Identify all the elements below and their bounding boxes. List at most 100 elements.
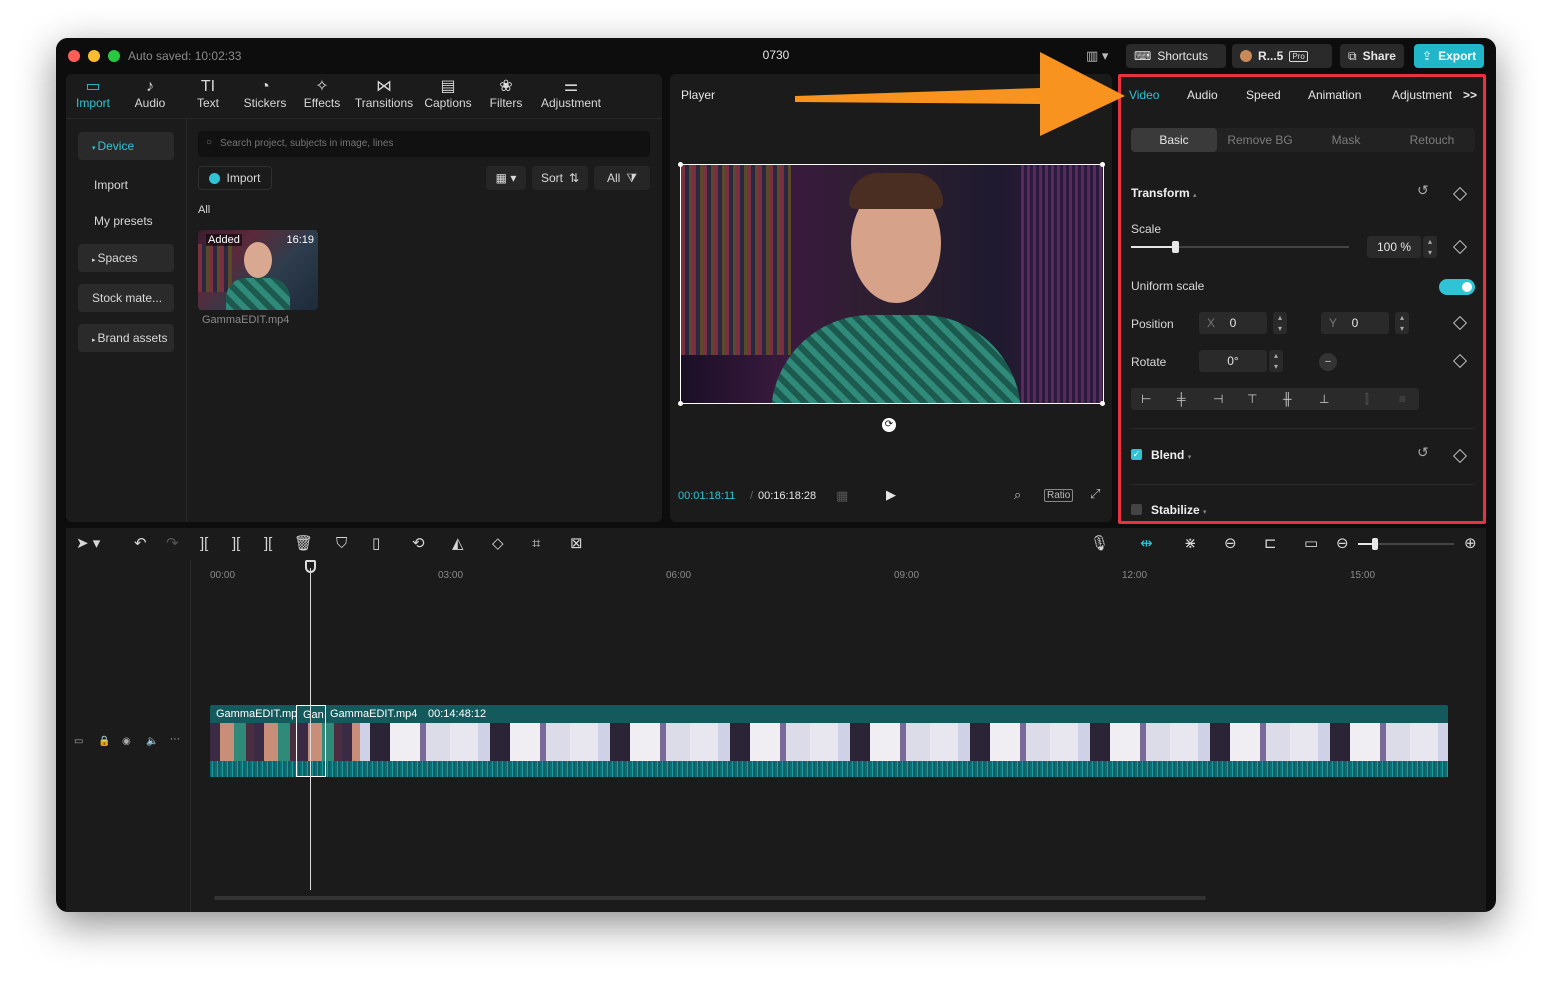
more-icon[interactable]: ⋯ — [170, 734, 180, 745]
keyframe-icon[interactable] — [1452, 239, 1468, 255]
tool-transitions[interactable]: ⋈ Transitions — [352, 78, 416, 110]
blend-checkbox[interactable]: ✓ — [1131, 449, 1142, 460]
speaker-icon[interactable]: 🔈 — [146, 736, 158, 747]
tool-import[interactable]: ▭ Import — [74, 78, 112, 110]
sidebar-item-brand-assets[interactable]: ▸ Brand assets — [78, 324, 174, 352]
export-button[interactable]: ⇪ Export — [1414, 44, 1484, 68]
split-icon[interactable]: ][ — [200, 534, 208, 554]
shortcuts-button[interactable]: ⌨ Shortcuts — [1126, 44, 1226, 68]
split-right-icon[interactable]: ][ — [264, 534, 272, 554]
media-clip-thumbnail[interactable]: Added 16:19 — [198, 230, 318, 310]
sidebar-item-stock[interactable]: Stock mate... — [78, 284, 174, 312]
subtab-retouch[interactable]: Retouch — [1389, 128, 1475, 152]
video-preview[interactable] — [680, 164, 1104, 404]
select-tool-icon[interactable]: ➤ ▾ — [76, 534, 100, 554]
sort-button[interactable]: Sort ⇅ — [532, 166, 588, 190]
auto-reframe-icon[interactable]: ⊠ — [570, 534, 583, 554]
align-left-icon[interactable]: ⊢ — [1141, 388, 1151, 410]
playhead[interactable] — [310, 568, 311, 890]
align-top-icon[interactable]: ⊤ — [1247, 388, 1257, 410]
scale-slider-handle[interactable] — [1172, 241, 1179, 253]
rotate-dial-icon[interactable]: – — [1319, 353, 1337, 371]
undo-icon[interactable]: ↶ — [134, 534, 147, 554]
tool-text[interactable]: TI Text — [190, 78, 226, 110]
playhead-handle[interactable] — [305, 560, 316, 573]
share-button[interactable]: ⧉ Share — [1340, 44, 1404, 68]
resize-handle[interactable] — [1100, 162, 1105, 167]
subtab-remove-bg[interactable]: Remove BG — [1217, 128, 1303, 152]
blend-section-title[interactable]: Blend ▾ — [1151, 448, 1191, 462]
tool-effects[interactable]: ✧ Effects — [300, 78, 344, 110]
subtab-mask[interactable]: Mask — [1303, 128, 1389, 152]
tab-adjustment[interactable]: Adjustment — [1392, 88, 1452, 102]
align-bottom-icon[interactable]: ⊥ — [1319, 388, 1329, 410]
timeline-scrollbar[interactable] — [214, 896, 1206, 900]
keyframe-icon[interactable] — [1452, 186, 1468, 202]
import-button[interactable]: Import — [198, 166, 272, 190]
tool-stickers[interactable]: ◔ Stickers — [240, 78, 290, 110]
subtab-basic[interactable]: Basic — [1131, 128, 1217, 152]
split-track-icon[interactable]: ⊏ — [1264, 534, 1277, 554]
link-snap-icon[interactable]: ⋇ — [1184, 534, 1197, 554]
cover-icon[interactable]: ▭ — [74, 736, 83, 747]
distribute-v-icon[interactable]: ≡ — [1399, 388, 1406, 410]
magnet-icon[interactable]: ⇹ — [1140, 534, 1153, 554]
video-track[interactable]: GammaEDIT.mp Gan GammaEDIT.mp4 00:14:48:… — [210, 705, 1448, 777]
more-tabs-icon[interactable]: >> — [1463, 88, 1477, 102]
tab-speed[interactable]: Speed — [1246, 88, 1281, 102]
mirror-icon[interactable]: ◭ — [452, 534, 464, 554]
timecode-grid-icon[interactable]: ▦ — [836, 488, 848, 504]
zoom-in-icon[interactable]: ⊕ — [1464, 534, 1477, 554]
position-x-stepper-icon[interactable]: ▴ ▾ — [1273, 312, 1287, 334]
selected-clip[interactable]: Gan — [296, 705, 326, 777]
library-search-input[interactable] — [198, 131, 650, 157]
keyframe-icon[interactable] — [1452, 448, 1468, 464]
position-x-field[interactable]: X 0 — [1199, 312, 1267, 334]
keyframe-icon[interactable] — [1452, 315, 1468, 331]
fullscreen-icon[interactable]: ⤢ — [1090, 486, 1100, 502]
eye-icon[interactable]: ◉ — [122, 736, 131, 747]
resize-handle[interactable] — [678, 401, 683, 406]
split-left-icon[interactable]: ][ — [232, 534, 240, 554]
transform-section-title[interactable]: Transform ▴ — [1131, 186, 1197, 200]
align-middle-v-icon[interactable]: ╫ — [1283, 388, 1292, 410]
stabilize-section-title[interactable]: Stabilize ▾ — [1151, 503, 1207, 517]
ratio-button[interactable]: Ratio — [1044, 489, 1074, 502]
tab-audio[interactable]: Audio — [1187, 88, 1218, 102]
tool-captions[interactable]: ▤ Captions — [422, 78, 474, 110]
position-y-field[interactable]: Y 0 — [1321, 312, 1389, 334]
freeze-frame-icon[interactable]: ▯ — [372, 534, 380, 554]
distribute-h-icon[interactable]: ⫿ — [1365, 388, 1369, 410]
uniform-scale-toggle[interactable] — [1439, 279, 1475, 295]
zoom-fit-icon[interactable]: ⌕ — [1014, 487, 1021, 503]
tool-filters[interactable]: ❀ Filters — [486, 78, 526, 110]
sidebar-item-device[interactable]: ▾ Device — [78, 132, 174, 160]
align-right-icon[interactable]: ⊣ — [1213, 388, 1223, 410]
tab-animation[interactable]: Animation — [1308, 88, 1361, 102]
reset-icon[interactable]: ↺ — [1417, 182, 1429, 199]
delete-icon[interactable]: 🗑 — [294, 534, 313, 554]
redo-icon[interactable]: ↷ — [166, 534, 179, 554]
preview-axis-icon[interactable]: ▭ — [1304, 534, 1318, 554]
marker-icon[interactable]: ⛉ — [336, 534, 347, 554]
play-icon[interactable]: ▶ — [886, 487, 896, 503]
rotate-stepper-icon[interactable]: ▴ ▾ — [1269, 350, 1283, 372]
resize-handle[interactable] — [1100, 401, 1105, 406]
reset-icon[interactable]: ↺ — [1417, 444, 1429, 461]
account-button[interactable]: R...5 Pro — [1232, 44, 1332, 68]
reverse-icon[interactable]: ⟲ — [412, 534, 425, 554]
crop-icon[interactable]: ⌗ — [532, 534, 540, 554]
keyframe-icon[interactable] — [1452, 353, 1468, 369]
position-y-stepper-icon[interactable]: ▴ ▾ — [1395, 312, 1409, 334]
scale-stepper-icon[interactable]: ▴ ▾ — [1423, 236, 1437, 258]
tool-audio[interactable]: ♪ Audio — [130, 78, 170, 110]
zoom-slider-handle[interactable] — [1372, 538, 1378, 550]
microphone-icon[interactable]: 🎙 — [1090, 534, 1109, 554]
stabilize-checkbox[interactable] — [1131, 504, 1142, 515]
link-icon[interactable]: ⊖ — [1224, 534, 1237, 554]
rotate-field[interactable]: 0° — [1199, 350, 1267, 372]
rotate-handle-icon[interactable]: ⟳ — [882, 418, 896, 432]
lock-icon[interactable]: 🔒 — [98, 736, 110, 747]
filter-button[interactable]: All ⧩ — [594, 166, 650, 190]
resize-handle[interactable] — [678, 162, 683, 167]
